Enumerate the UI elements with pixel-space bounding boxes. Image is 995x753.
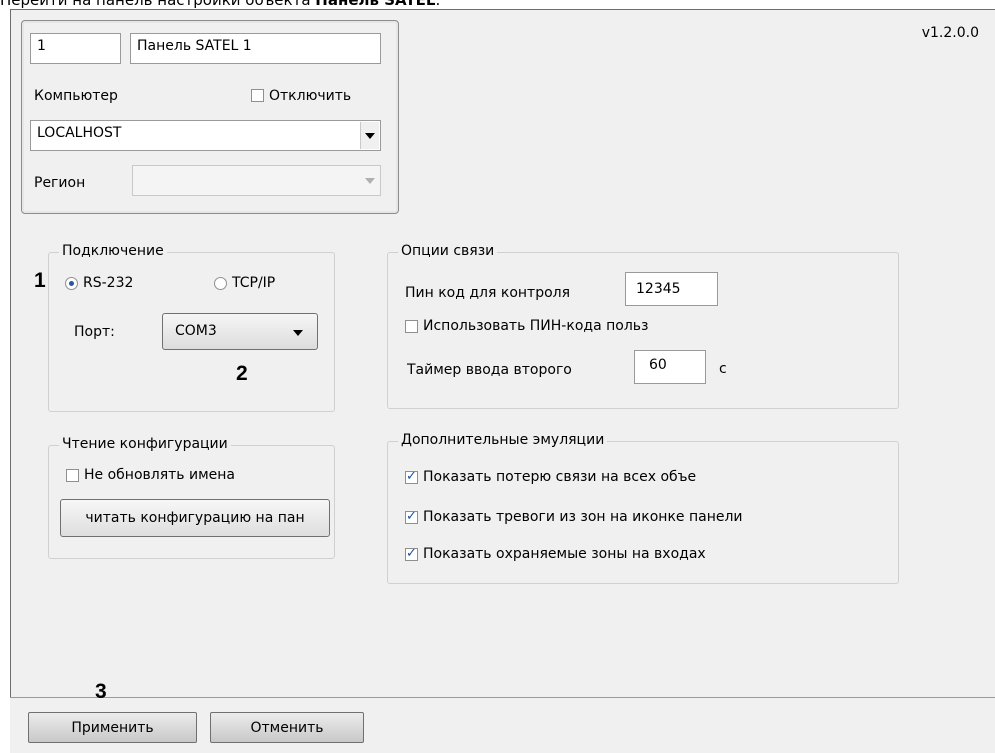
marker-2: 2	[236, 362, 248, 385]
port-value: COM3	[175, 323, 217, 339]
port-dropdown[interactable]: COM3	[162, 313, 318, 350]
marker-1: 1	[34, 269, 46, 292]
no-update-checkbox[interactable]	[66, 469, 79, 482]
disable-label: Отключить	[269, 88, 352, 104]
connection-title: Подключение	[59, 243, 167, 259]
marker-3: 3	[95, 680, 107, 703]
rs232-radio[interactable]	[65, 277, 78, 290]
use-pin-checkbox[interactable]	[405, 320, 418, 333]
computer-value: LOCALHOST	[37, 125, 122, 141]
port-label: Порт:	[74, 324, 115, 340]
caption-text: Перейти на панель настройки объекта Пане…	[0, 0, 441, 9]
cancel-button[interactable]: Отменить	[210, 712, 364, 743]
emulation-label-1: Показать потерю связи на всех объе	[423, 469, 697, 485]
read-config-button[interactable]: читать конфигурацию на пан	[60, 499, 330, 537]
pin-input[interactable]: 12345	[625, 272, 718, 306]
rs232-label: RS-232	[83, 275, 134, 291]
object-name-field[interactable]: Панель SATEL 1	[130, 33, 381, 64]
computer-label: Компьютер	[34, 88, 118, 104]
disable-checkbox[interactable]	[251, 89, 264, 102]
use-pin-label: Использовать ПИН-кода польз	[423, 318, 649, 334]
read-config-title: Чтение конфигурации	[59, 436, 231, 452]
timer-label: Таймер ввода второго	[407, 362, 572, 378]
emulation-checkbox-3[interactable]	[405, 546, 418, 561]
chevron-down-icon[interactable]	[360, 122, 379, 149]
chevron-down-icon	[293, 330, 303, 336]
region-label: Регион	[34, 175, 86, 191]
emulation-label-2: Показать тревоги из зон на иконке панели	[423, 509, 743, 525]
computer-combo[interactable]: LOCALHOST	[30, 120, 381, 151]
tcpip-radio[interactable]	[214, 277, 227, 290]
region-combo[interactable]	[132, 165, 381, 196]
timer-input[interactable]: 60	[634, 350, 706, 384]
pin-label: Пин код для контроля	[405, 285, 571, 301]
emulations-title: Дополнительные эмуляции	[398, 432, 608, 448]
comm-options-title: Опции связи	[398, 243, 498, 259]
emulation-checkbox-2[interactable]	[405, 509, 418, 524]
emulation-checkbox-1[interactable]	[405, 469, 418, 484]
apply-button[interactable]: Применить	[28, 712, 197, 743]
object-id-field[interactable]: 1	[30, 33, 121, 64]
timer-unit: с	[719, 361, 727, 377]
version-label: v1.2.0.0	[921, 25, 979, 41]
emulation-label-3: Показать охраняемые зоны на входах	[423, 546, 706, 562]
no-update-label: Не обновлять имена	[84, 467, 235, 483]
tcpip-label: TCP/IP	[232, 275, 276, 291]
chevron-down-icon[interactable]	[361, 167, 379, 194]
